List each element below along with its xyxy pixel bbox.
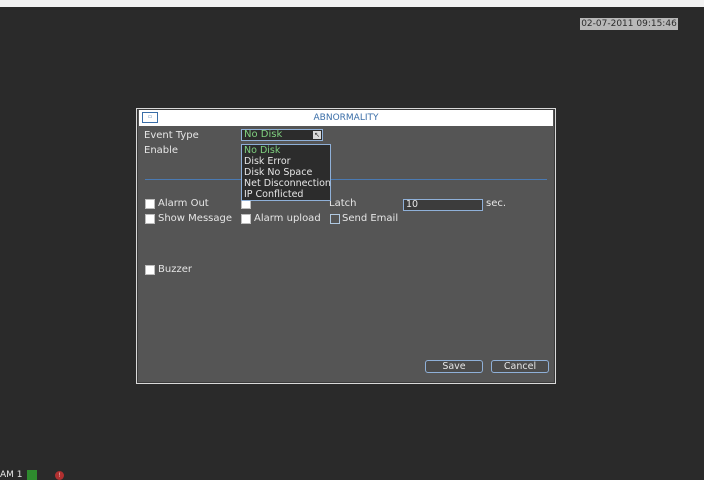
event-type-option[interactable]: Disk No Space (242, 167, 330, 178)
show-message-checkbox[interactable] (145, 214, 155, 224)
cursor-icon: ↖ (313, 131, 321, 139)
dialog-title: ABNORMALITY (313, 113, 379, 123)
event-type-select[interactable]: No Disk ↖ (241, 129, 323, 141)
status-text: AM 1 (0, 470, 23, 480)
latch-input[interactable]: 10 (403, 199, 483, 211)
enable-label: Enable (144, 145, 179, 156)
alarm-upload-checkbox[interactable] (241, 214, 251, 224)
event-type-dropdown: No Disk Disk Error Disk No Space Net Dis… (241, 144, 331, 201)
alarm-out-label: Alarm Out (158, 198, 209, 209)
buzzer-checkbox[interactable] (145, 265, 155, 275)
dialog-titlebar: ▭ ABNORMALITY (139, 110, 553, 126)
send-email-label: Send Email (342, 213, 399, 224)
alarm-status-icon: ! (55, 471, 64, 480)
event-type-value: No Disk (244, 129, 283, 140)
save-button[interactable]: Save (425, 360, 483, 373)
status-bar: AM 1 ! (0, 470, 120, 480)
event-type-label: Event Type (144, 130, 199, 141)
event-type-option[interactable]: Disk Error (242, 156, 330, 167)
settings-icon: ▭ (142, 112, 158, 123)
event-type-option[interactable]: Net Disconnection (242, 178, 331, 189)
top-bar (0, 0, 704, 7)
cancel-button[interactable]: Cancel (491, 360, 549, 373)
send-email-checkbox[interactable] (330, 214, 340, 224)
section-divider (145, 179, 547, 180)
datetime-display: 02-07-2011 09:15:46 (580, 18, 678, 30)
abnormality-dialog: ▭ ABNORMALITY Event Type No Disk ↖ Enabl… (136, 108, 556, 384)
buzzer-label: Buzzer (158, 264, 192, 275)
event-type-option[interactable]: No Disk (242, 145, 330, 156)
record-status-icon (27, 470, 37, 480)
latch-label: Latch (329, 198, 357, 209)
latch-unit: sec. (486, 198, 507, 209)
alarm-out-checkbox[interactable] (145, 199, 155, 209)
alarm-upload-label: Alarm upload (254, 213, 321, 224)
show-message-label: Show Message (158, 213, 232, 224)
event-type-option[interactable]: IP Conflicted (242, 189, 330, 200)
